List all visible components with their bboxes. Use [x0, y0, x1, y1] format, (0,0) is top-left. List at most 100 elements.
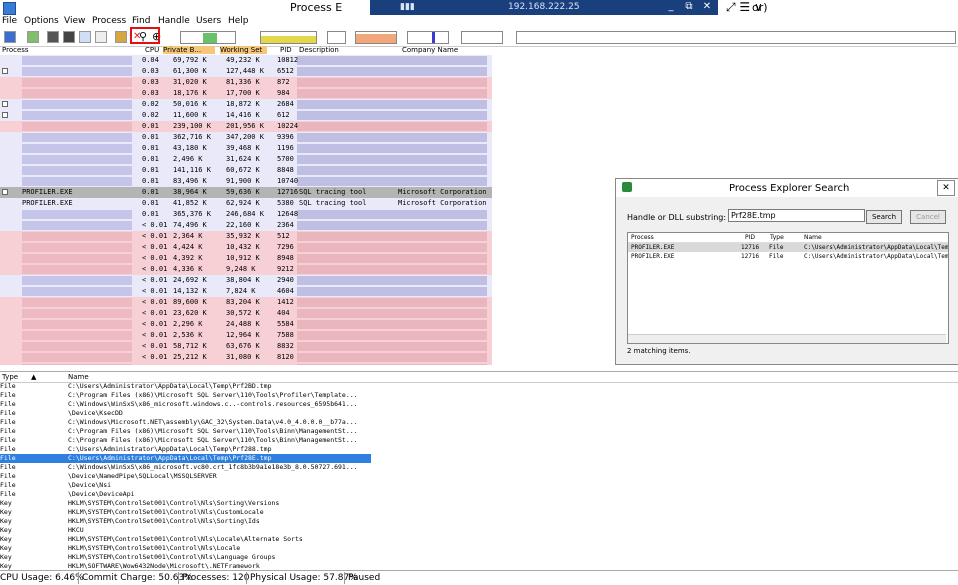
process-row[interactable]: 0.01 239,100 K 201,956 K 10224: [0, 121, 492, 132]
properties-icon[interactable]: [63, 31, 75, 43]
process-row[interactable]: 0.03 61,300 K 127,448 K 6512: [0, 66, 492, 77]
kill-process-icon[interactable]: [115, 31, 127, 43]
handle-row[interactable]: File \Device\DeviceApi: [0, 490, 380, 499]
process-row[interactable]: 0.01 43,180 K 39,468 K 1196: [0, 143, 492, 154]
handle-row[interactable]: Key HKLM\SYSTEM\ControlSet001\Control\Nls…: [0, 535, 380, 544]
col-process[interactable]: Process: [2, 46, 29, 54]
commit-history-graph[interactable]: [327, 31, 346, 44]
handle-row[interactable]: Key HKLM\SYSTEM\ControlSet001\Control\Nls…: [0, 553, 380, 562]
col-working-set[interactable]: Working Set: [220, 46, 267, 54]
col-pid[interactable]: PID: [280, 46, 292, 54]
search-dialog-titlebar[interactable]: Process Explorer Search ✕: [616, 179, 958, 197]
process-row[interactable]: 0.01 362,716 K 347,200 K 9396: [0, 132, 492, 143]
handle-row[interactable]: Key HKLM\SYSTEM\ControlSet001\Control\Nls…: [0, 544, 380, 553]
physical-graph[interactable]: [355, 31, 397, 44]
cancel-button[interactable]: Cancel: [910, 210, 946, 224]
process-row[interactable]: < 0.01 14,132 K 7,824 K 4604: [0, 286, 492, 297]
save-icon[interactable]: [4, 31, 16, 43]
menu-process[interactable]: Process: [92, 16, 126, 26]
tree-expand-icon[interactable]: [2, 189, 8, 195]
io-graph[interactable]: [407, 31, 449, 44]
process-row[interactable]: < 0.01 129,916 K 75,348 K 2384: [0, 363, 492, 365]
process-row[interactable]: 0.03 31,020 K 81,336 K 872: [0, 77, 492, 88]
col-company[interactable]: Company Name: [402, 46, 458, 54]
process-row[interactable]: 0.02 11,600 K 14,416 K 612: [0, 110, 492, 121]
handle-row[interactable]: File C:\Users\Administrator\AppData\Local…: [0, 454, 371, 463]
handle-row[interactable]: File C:\Users\Administrator\AppData\Local…: [0, 382, 380, 391]
menu-find[interactable]: Find: [132, 16, 150, 26]
process-list[interactable]: 0.04 69,792 K 49,232 K 10812 0.03 61,300 K 127…: [0, 55, 492, 365]
handle-row[interactable]: Key HKLM\SYSTEM\ControlSet001\Control\Nls…: [0, 508, 380, 517]
col-private-bytes[interactable]: Private B...: [163, 46, 215, 54]
handle-row[interactable]: File \Device\NamedPipe\SQLLocal\MSSQLSERV…: [0, 472, 380, 481]
process-row[interactable]: < 0.01 2,536 K 12,964 K 7588: [0, 330, 492, 341]
search-result-row[interactable]: PROFILER.EXE 12716 File C:\Users\Administra…: [628, 252, 948, 261]
handle-row[interactable]: File \Device\Nsi: [0, 481, 380, 490]
process-row[interactable]: 0.01 141,116 K 60,672 K 8848: [0, 165, 492, 176]
process-row[interactable]: < 0.01 4,392 K 10,912 K 8948: [0, 253, 492, 264]
process-row[interactable]: < 0.01 25,212 K 31,080 K 8120: [0, 352, 492, 363]
col-result-pid[interactable]: PID: [745, 234, 755, 241]
tree-expand-icon[interactable]: [2, 68, 8, 74]
horizontal-scrollbar[interactable]: [628, 334, 946, 343]
process-row[interactable]: < 0.01 4,336 K 9,248 K 9212: [0, 264, 492, 275]
search-input[interactable]: [728, 209, 865, 222]
handle-row[interactable]: File C:\Windows\Microsoft.NET\assembly\GA…: [0, 418, 380, 427]
process-row[interactable]: 0.01 2,496 K 31,624 K 5700: [0, 154, 492, 165]
process-row[interactable]: < 0.01 4,424 K 10,432 K 7296: [0, 242, 492, 253]
process-row[interactable]: 0.01 83,496 K 91,900 K 10740: [0, 176, 492, 187]
restore-icon[interactable]: ⧉: [682, 1, 696, 13]
process-row[interactable]: < 0.01 74,496 K 22,160 K 2364: [0, 220, 492, 231]
col-handle-name[interactable]: Name: [68, 373, 89, 381]
process-row[interactable]: < 0.01 2,364 K 35,932 K 512: [0, 231, 492, 242]
refresh-icon[interactable]: [27, 31, 39, 43]
process-row[interactable]: < 0.01 89,600 K 83,204 K 1412: [0, 297, 492, 308]
handle-row[interactable]: File C:\Program Files (x86)\Microsoft SQL…: [0, 391, 380, 400]
process-row[interactable]: < 0.01 58,712 K 63,676 K 8832: [0, 341, 492, 352]
menu-users[interactable]: Users: [196, 16, 221, 26]
find-handle-highlight[interactable]: [130, 27, 160, 44]
handle-row[interactable]: File C:\Users\Administrator\AppData\Local…: [0, 445, 380, 454]
system-info-icon[interactable]: [47, 31, 59, 43]
handle-row[interactable]: Key HKLM\SYSTEM\ControlSet001\Control\Nls…: [0, 499, 380, 508]
handle-row[interactable]: File C:\Program Files (x86)\Microsoft SQL…: [0, 427, 380, 436]
col-cpu[interactable]: CPU: [145, 46, 159, 54]
col-handle-type[interactable]: Type: [2, 373, 18, 381]
search-results-list[interactable]: Process PID Type Name PROFILER.EXE 12716 F…: [627, 232, 949, 344]
handle-row[interactable]: File C:\Windows\WinSxS\x86_microsoft.vc80…: [0, 463, 380, 472]
close-icon[interactable]: ✕: [937, 180, 955, 196]
network-graph[interactable]: [461, 31, 503, 44]
minimize-icon[interactable]: _: [664, 1, 678, 13]
commit-graph[interactable]: [260, 31, 317, 44]
handle-row[interactable]: Key HKLM\SOFTWARE\Wow6432Node\Microsoft\.…: [0, 562, 380, 570]
col-result-name[interactable]: Name: [804, 234, 822, 241]
tree-expand-icon[interactable]: [2, 101, 8, 107]
process-row[interactable]: < 0.01 2,296 K 24,488 K 5584: [0, 319, 492, 330]
search-result-row[interactable]: PROFILER.EXE 12716 File C:\Users\Administra…: [628, 243, 948, 252]
col-result-type[interactable]: Type: [770, 234, 784, 241]
handle-row[interactable]: File C:\Program Files (x86)\Microsoft SQL…: [0, 436, 380, 445]
process-row[interactable]: 0.03 18,176 K 17,700 K 984: [0, 88, 492, 99]
handle-list[interactable]: File C:\Users\Administrator\AppData\Local…: [0, 382, 958, 570]
process-row[interactable]: PROFILER.EXE 0.01 41,852 K 62,924 K 5380 SQL …: [0, 198, 492, 209]
process-row[interactable]: < 0.01 24,692 K 38,804 K 2940: [0, 275, 492, 286]
remote-desktop-bar[interactable]: ▮▮▮ 192.168.222.25 _ ⧉ ✕: [370, 0, 718, 15]
cpu-graph[interactable]: [180, 31, 236, 44]
col-description[interactable]: Description: [299, 46, 339, 54]
menu-options[interactable]: Options: [24, 16, 59, 26]
close-icon[interactable]: ✕: [700, 1, 714, 13]
col-result-process[interactable]: Process: [631, 234, 654, 241]
show-tree-icon[interactable]: [79, 31, 91, 43]
process-row[interactable]: 0.04 69,792 K 49,232 K 10812: [0, 55, 492, 66]
menu-file[interactable]: File: [2, 16, 17, 26]
menu-view[interactable]: View: [64, 16, 85, 26]
menu-help[interactable]: Help: [228, 16, 249, 26]
process-row[interactable]: < 0.01 23,620 K 30,572 K 404: [0, 308, 492, 319]
show-lower-pane-icon[interactable]: [95, 31, 107, 43]
handle-row[interactable]: File \Device\KsecDD: [0, 409, 380, 418]
menu-handle[interactable]: Handle: [158, 16, 190, 26]
process-row[interactable]: PROFILER.EXE 0.01 38,964 K 59,636 K 12716 SQL…: [0, 187, 492, 198]
handle-row[interactable]: File C:\Windows\WinSxS\x86_microsoft.wind…: [0, 400, 380, 409]
process-row[interactable]: 0.02 50,016 K 18,872 K 2684: [0, 99, 492, 110]
handle-row[interactable]: Key HKCU: [0, 526, 380, 535]
